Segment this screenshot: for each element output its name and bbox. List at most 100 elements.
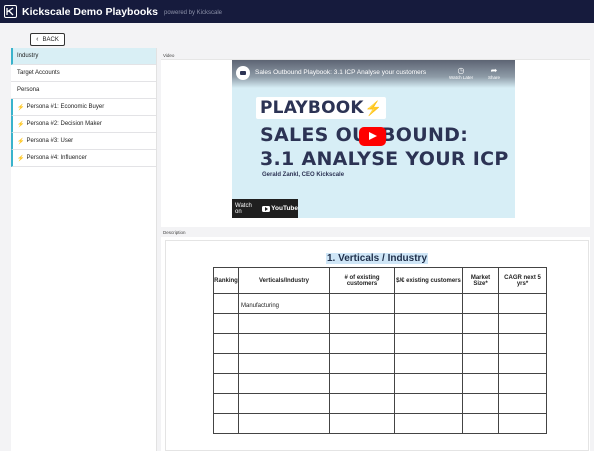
- table-cell: [394, 413, 463, 434]
- table-cell: [394, 333, 463, 354]
- share-label: Share: [488, 75, 501, 80]
- sidebar-item-label: Target Accounts: [17, 70, 60, 76]
- table-row: [213, 333, 547, 354]
- play-button-icon[interactable]: [359, 127, 386, 146]
- sidebar-item-label: Persona #3: User: [26, 138, 74, 144]
- column-header: Market Size*: [462, 267, 499, 294]
- back-button[interactable]: ‹ BACK: [30, 33, 65, 46]
- table-cell: [329, 293, 395, 314]
- table-cell: [213, 313, 239, 334]
- table-cell: [498, 313, 547, 334]
- sidebar-item-label: Persona #2: Decision Maker: [26, 121, 102, 127]
- lightning-icon: ⚡: [364, 99, 383, 116]
- table-cell: [394, 293, 463, 314]
- lightning-icon: ⚡: [17, 121, 25, 128]
- table-cell: [329, 353, 395, 374]
- lightning-icon: ⚡: [17, 104, 25, 111]
- description-section-label: Description: [163, 230, 186, 235]
- sidebar-item-label: Persona #1: Economic Buyer: [26, 104, 105, 110]
- sidebar-item-label: Persona: [17, 87, 40, 93]
- column-header: $/€ existing customers: [394, 267, 463, 294]
- watch-later-label: Watch Later: [449, 75, 474, 80]
- table-cell: [329, 373, 395, 394]
- table-cell: [462, 373, 499, 394]
- table-cell: [213, 393, 239, 414]
- back-button-label: BACK: [42, 36, 59, 43]
- table-row: [213, 413, 547, 434]
- column-header: # of existing customers: [329, 267, 395, 294]
- table-cell: [462, 353, 499, 374]
- sidebar-item-label: Industry: [17, 53, 39, 59]
- table-cell: [213, 293, 239, 314]
- sidebar-item-industry[interactable]: Industry: [11, 48, 156, 65]
- youtube-logo-icon: [261, 205, 271, 212]
- column-header: Ranking: [213, 267, 239, 294]
- share-arrow-icon: ➦: [490, 66, 498, 75]
- top-bar: Kickscale Demo Playbooks powered by Kick…: [0, 0, 594, 23]
- table-cell: [238, 373, 330, 394]
- sidebar-item-persona-user[interactable]: ⚡ Persona #3: User: [11, 133, 156, 150]
- sidebar-item-persona-decision-maker[interactable]: ⚡ Persona #2: Decision Maker: [11, 116, 156, 133]
- youtube-wordmark: YouTube: [271, 205, 298, 212]
- table-cell: [213, 353, 239, 374]
- column-header: Verticals/Industry: [238, 267, 330, 294]
- table-cell: [329, 333, 395, 354]
- table-cell: [462, 413, 499, 434]
- table-row: [213, 373, 547, 394]
- share-button[interactable]: ➦ Share: [488, 66, 500, 80]
- table-cell: [498, 393, 547, 414]
- table-cell: [238, 393, 330, 414]
- thumbnail-playbook-text: PLAYBOOK: [260, 98, 364, 118]
- table-cell: [238, 353, 330, 374]
- table-cell: [462, 313, 499, 334]
- watch-on-label: Watch on: [235, 202, 252, 215]
- channel-avatar[interactable]: [236, 66, 250, 80]
- sidebar-item-persona[interactable]: Persona: [11, 82, 156, 99]
- youtube-video-player[interactable]: Sales Outbound Playbook: 3.1 ICP Analyse…: [232, 60, 515, 218]
- video-section-label: Video: [163, 53, 175, 58]
- table-cell: [329, 393, 395, 414]
- video-title[interactable]: Sales Outbound Playbook: 3.1 ICP Analyse…: [255, 69, 426, 76]
- table-cell: [462, 333, 499, 354]
- table-cell: [329, 313, 395, 334]
- table-cell: [462, 293, 499, 314]
- table-cell: [238, 333, 330, 354]
- table-cell: [238, 313, 330, 334]
- table-cell: [394, 373, 463, 394]
- table-header-row: Ranking Verticals/Industry # of existing…: [213, 267, 547, 294]
- table-cell: [498, 373, 547, 394]
- sidebar-item-label: Persona #4: Influencer: [26, 155, 87, 161]
- table-row: Manufacturing: [213, 293, 547, 314]
- table-cell: [329, 413, 395, 434]
- verticals-table: Ranking Verticals/Industry # of existing…: [213, 267, 547, 434]
- watch-on-youtube-button[interactable]: Watch on YouTube: [232, 199, 298, 218]
- table-cell: [498, 413, 547, 434]
- table-cell: [498, 333, 547, 354]
- table-cell-vertical: Manufacturing: [238, 293, 330, 314]
- sidebar: Industry Target Accounts Persona ⚡ Perso…: [11, 48, 157, 451]
- table-cell: [462, 393, 499, 414]
- thumbnail-headline-2: 3.1 ANALYSE YOUR ICP: [260, 148, 509, 170]
- table-cell: [213, 373, 239, 394]
- thumbnail-playbook-badge: PLAYBOOK ⚡: [256, 97, 387, 119]
- watch-later-button[interactable]: ◷ Watch Later: [449, 66, 473, 80]
- lightning-icon: ⚡: [17, 138, 25, 145]
- app-title: Kickscale Demo Playbooks: [22, 5, 158, 18]
- sidebar-item-persona-influencer[interactable]: ⚡ Persona #4: Influencer: [11, 150, 156, 167]
- doc-title: 1. Verticals / Industry: [325, 253, 429, 264]
- doc-title-row: 1. Verticals / Industry: [166, 248, 588, 266]
- chevron-left-icon: ‹: [36, 36, 39, 43]
- table-cell: [498, 293, 547, 314]
- sidebar-item-persona-economic-buyer[interactable]: ⚡ Persona #1: Economic Buyer: [11, 99, 156, 116]
- table-row: [213, 353, 547, 374]
- clock-icon: ◷: [457, 66, 465, 75]
- sidebar-item-target-accounts[interactable]: Target Accounts: [11, 65, 156, 82]
- table-cell: [498, 353, 547, 374]
- kickscale-logo-icon: [4, 5, 17, 18]
- table-cell: [238, 413, 330, 434]
- thumbnail-author: Gerald Zankl, CEO Kickscale: [262, 172, 345, 178]
- column-header: CAGR next 5 yrs*: [498, 267, 547, 294]
- powered-by: powered by Kickscale: [163, 9, 223, 16]
- table-cell: [394, 313, 463, 334]
- table-cell: [213, 413, 239, 434]
